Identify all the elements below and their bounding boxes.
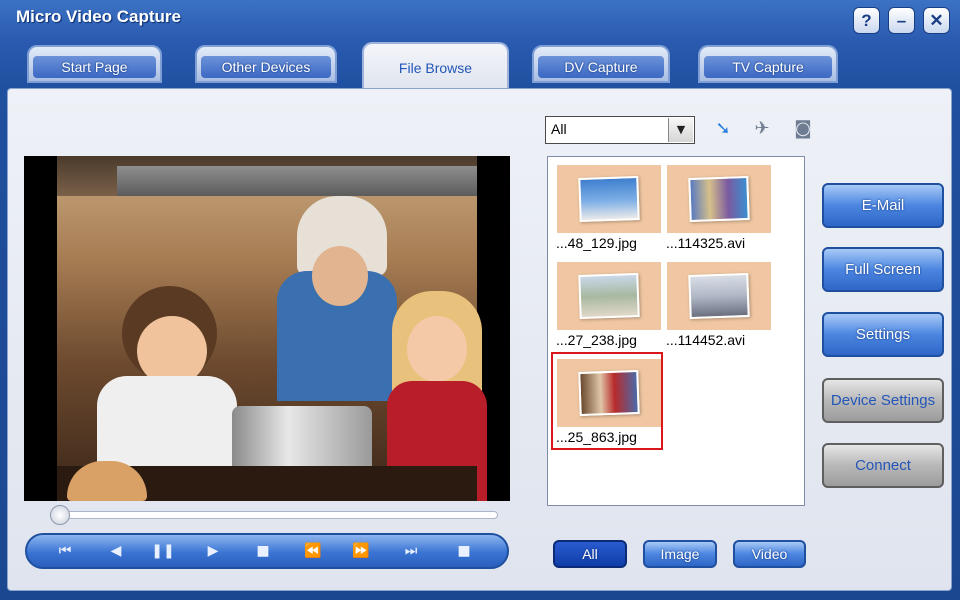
previous-track-icon[interactable]: ⏮ <box>51 539 79 563</box>
fast-forward-icon[interactable]: ⏩ <box>347 539 375 563</box>
minimize-button[interactable]: – <box>888 7 915 34</box>
pause-icon[interactable]: ❚❚ <box>149 539 177 563</box>
fast-rewind-icon[interactable]: ⏪ <box>299 539 327 563</box>
filter-video-button[interactable]: Video <box>733 540 806 568</box>
seek-bar[interactable] <box>52 511 498 519</box>
playback-controls: ⏮ ◀ ❚❚ ▶ ■ ⏪ ⏩ ⏭ ■ <box>25 533 509 569</box>
tab-dv-capture[interactable]: DV Capture <box>532 45 670 83</box>
file-name: ...27_238.jpg <box>556 332 637 348</box>
file-thumbnail <box>557 165 661 233</box>
tab-label: Start Page <box>33 56 156 78</box>
file-item[interactable]: ...27_238.jpg <box>552 256 662 352</box>
play-icon[interactable]: ▶ <box>199 539 227 563</box>
file-thumbnail <box>667 165 771 233</box>
video-frame <box>57 156 487 501</box>
email-button[interactable]: E-Mail <box>822 183 944 228</box>
close-button[interactable]: ✕ <box>923 7 950 34</box>
file-item[interactable]: ...114452.avi <box>662 256 772 352</box>
app-window: Micro Video Capture ? – ✕ Start Page Oth… <box>0 0 960 600</box>
tab-label: DV Capture <box>538 56 664 78</box>
tab-other-devices[interactable]: Other Devices <box>195 45 337 83</box>
title-bar: Micro Video Capture ? – ✕ <box>0 0 960 36</box>
next-frame-icon[interactable]: ⏭ <box>397 539 425 563</box>
file-thumbnail <box>667 262 771 330</box>
tab-tv-capture[interactable]: TV Capture <box>698 45 838 83</box>
seek-handle[interactable] <box>50 505 70 525</box>
file-thumbnail <box>557 262 661 330</box>
stop-icon[interactable]: ■ <box>249 539 277 563</box>
send-arrow-icon[interactable]: ➘ <box>706 116 740 142</box>
settings-button[interactable]: Settings <box>822 312 944 357</box>
file-name: ...114452.avi <box>666 332 746 348</box>
rewind-icon[interactable]: ◀ <box>102 539 130 563</box>
window-title: Micro Video Capture <box>16 7 181 26</box>
tab-file-browse[interactable]: File Browse <box>362 42 509 90</box>
capture-camera-icon[interactable]: ◙ <box>786 116 820 142</box>
tab-label: Other Devices <box>201 56 331 78</box>
video-preview[interactable] <box>24 156 510 501</box>
tab-label: File Browse <box>398 60 473 76</box>
full-screen-button[interactable]: Full Screen <box>822 247 944 292</box>
filter-all-button[interactable]: All <box>553 540 627 568</box>
file-name: ...48_129.jpg <box>556 235 637 251</box>
chevron-down-icon[interactable]: ▼ <box>668 118 693 142</box>
connect-button[interactable]: Connect <box>822 443 944 488</box>
file-item[interactable]: ...48_129.jpg <box>552 159 662 255</box>
help-button[interactable]: ? <box>853 7 880 34</box>
file-item-selected[interactable]: ...25_863.jpg <box>551 352 663 450</box>
file-name: ...25_863.jpg <box>556 429 637 445</box>
edit-plane-icon[interactable]: ✈ <box>745 116 779 142</box>
filter-select[interactable]: All ▼ <box>545 116 695 144</box>
tab-label: TV Capture <box>704 56 832 78</box>
record-icon[interactable]: ■ <box>450 539 478 563</box>
filter-select-value: All <box>551 121 567 137</box>
file-item[interactable]: ...114325.avi <box>662 159 772 255</box>
file-name: ...114325.avi <box>666 235 746 251</box>
device-settings-button[interactable]: Device Settings <box>822 378 944 423</box>
file-thumbnail <box>557 359 661 427</box>
tab-start-page[interactable]: Start Page <box>27 45 162 83</box>
filter-image-button[interactable]: Image <box>643 540 717 568</box>
file-list[interactable]: ...48_129.jpg ...114325.avi ...27_238.jp… <box>547 156 805 506</box>
